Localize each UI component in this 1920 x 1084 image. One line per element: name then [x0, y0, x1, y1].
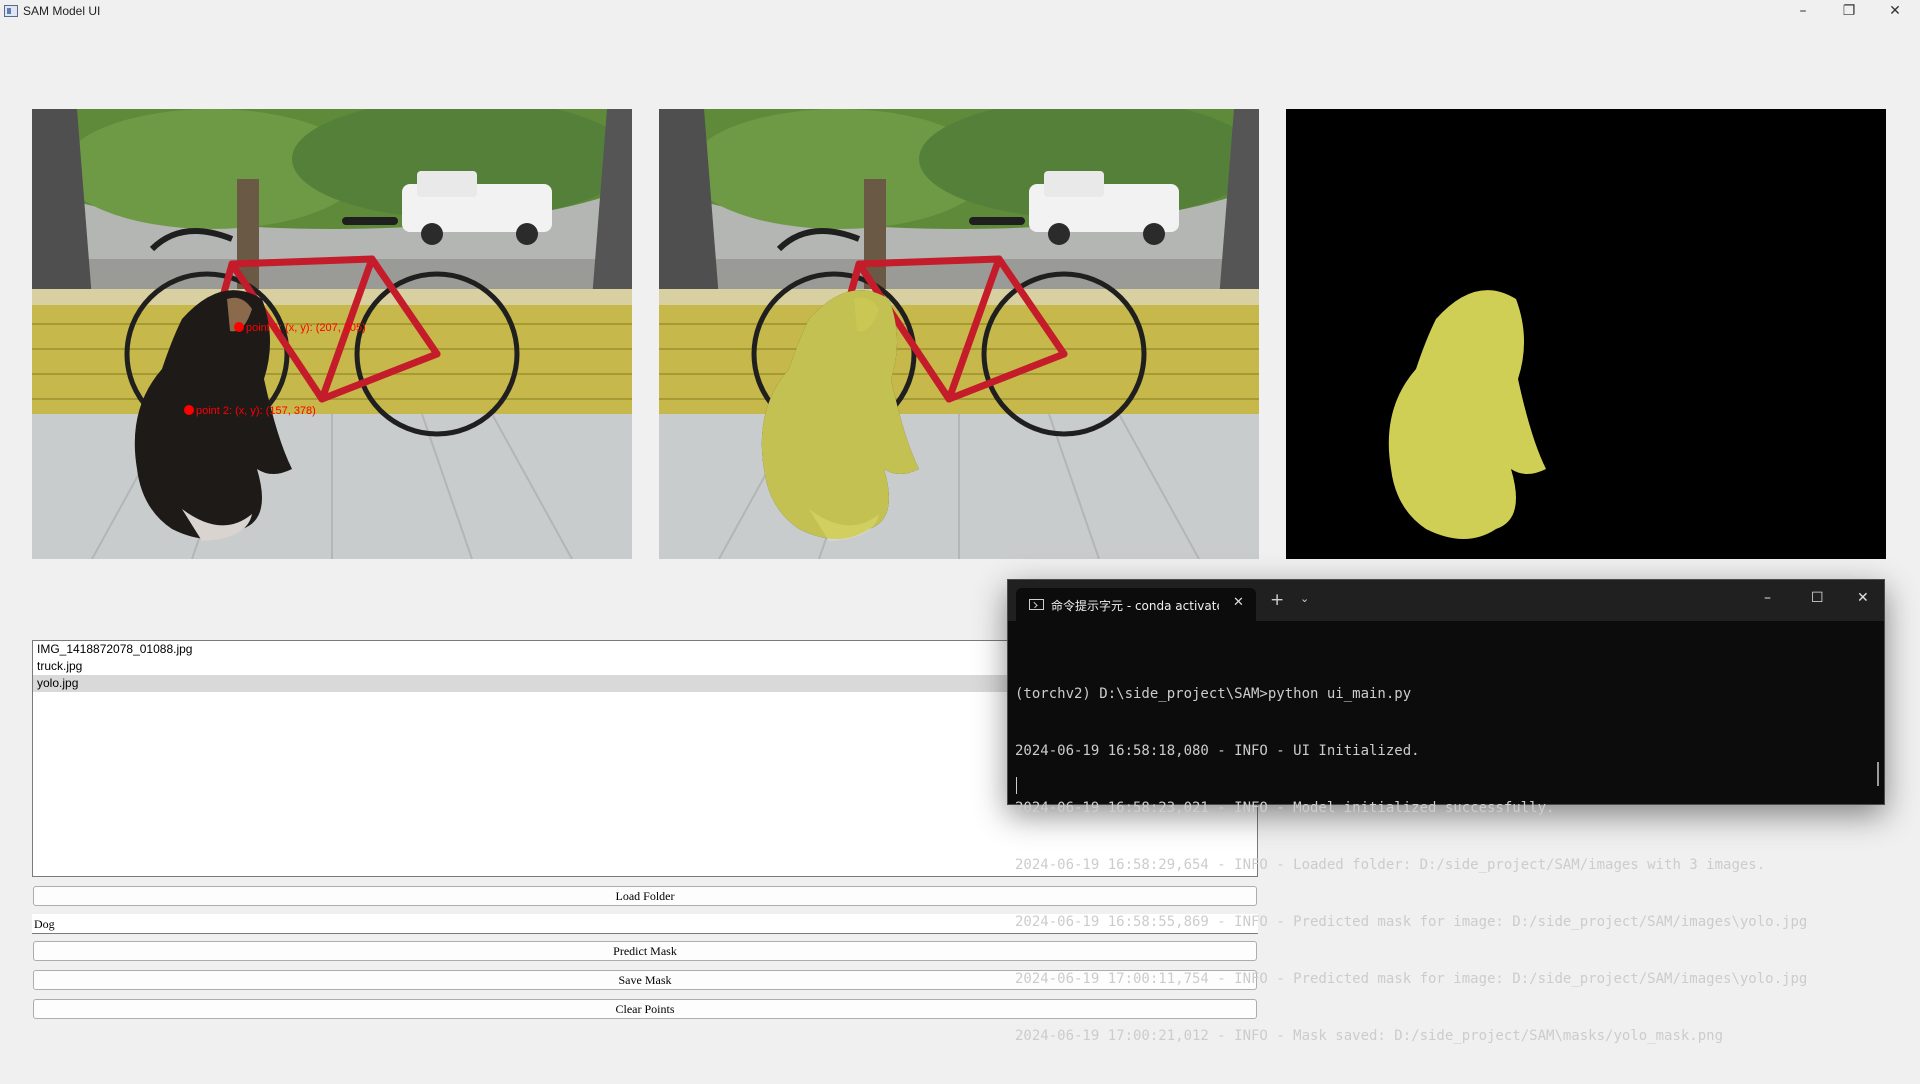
terminal-line: 2024-06-19 17:00:21,012 - INFO - Mask sa… [1015, 1028, 1724, 1044]
app-titlebar: SAM Model UI – ❐ ✕ [0, 0, 1920, 24]
terminal-tab[interactable]: 命令提示字元 - conda activate ✕ [1016, 588, 1256, 621]
terminal-maximize-button[interactable]: ☐ [1811, 590, 1824, 606]
point-marker-2 [184, 405, 194, 415]
terminal-window[interactable]: 命令提示字元 - conda activate ✕ + ⌄ – ☐ ✕ (tor… [1007, 579, 1885, 1044]
terminal-line: (torchv2) D:\side_project\SAM>python ui_… [1015, 686, 1412, 702]
terminal-line: 2024-06-19 17:00:11,754 - INFO - Predict… [1015, 971, 1808, 987]
mask-overlay-image [659, 109, 1259, 559]
minimize-button[interactable]: – [1780, 0, 1826, 22]
app-icon [4, 5, 18, 17]
close-button[interactable]: ✕ [1872, 0, 1918, 22]
terminal-titlebar: 命令提示字元 - conda activate ✕ + ⌄ – ☐ ✕ [1008, 580, 1884, 621]
text-cursor [1016, 777, 1017, 794]
terminal-close-button[interactable]: ✕ [1857, 590, 1869, 606]
point-label-2: point 2: (x, y): (157, 378) [196, 405, 316, 417]
original-image-panel[interactable]: point 1: (x, y): (207, 205) point 2: (x,… [32, 109, 632, 559]
terminal-line: 2024-06-19 16:58:23,021 - INFO - Model i… [1015, 800, 1555, 816]
original-image[interactable]: point 1: (x, y): (207, 205) point 2: (x,… [32, 109, 632, 559]
restore-button[interactable]: ❐ [1826, 0, 1872, 22]
point-marker-1 [234, 322, 244, 332]
chevron-down-icon[interactable]: ⌄ [1300, 592, 1309, 605]
overlay-image-panel [659, 109, 1259, 559]
tab-close-icon[interactable]: ✕ [1233, 595, 1244, 610]
terminal-line: 2024-06-19 16:58:55,869 - INFO - Predict… [1015, 914, 1808, 930]
terminal-line: 2024-06-19 16:58:18,080 - INFO - UI Init… [1015, 743, 1420, 759]
terminal-scrollbar[interactable] [1877, 762, 1879, 786]
new-tab-button[interactable]: + [1270, 590, 1284, 610]
terminal-minimize-button[interactable]: – [1764, 590, 1771, 606]
terminal-tab-title: 命令提示字元 - conda activate [1051, 599, 1219, 613]
mask-image-panel [1286, 109, 1886, 559]
app-title: SAM Model UI [23, 4, 101, 18]
terminal-output: (torchv2) D:\side_project\SAM>python ui_… [1015, 647, 1877, 1084]
point-label-1: point 1: (x, y): (207, 205) [246, 322, 366, 334]
command-prompt-icon [1029, 599, 1044, 610]
binary-mask-image [1286, 109, 1886, 559]
terminal-line: 2024-06-19 16:58:29,654 - INFO - Loaded … [1015, 857, 1766, 873]
